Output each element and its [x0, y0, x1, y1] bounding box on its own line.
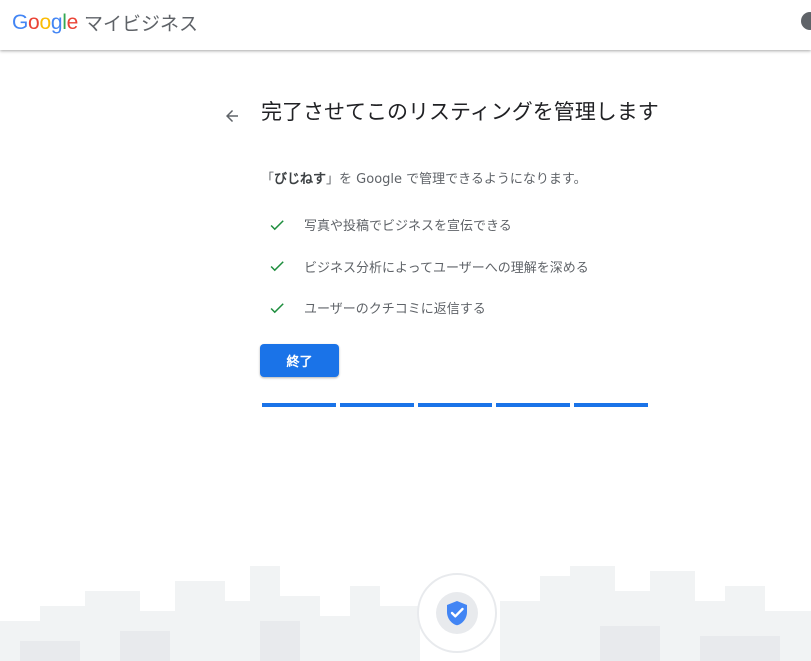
feature-item: ユーザーのクチコミに返信する: [268, 287, 589, 329]
product-name: マイビジネス: [83, 13, 198, 35]
feature-item: ビジネス分析によってユーザーへの理解を深める: [268, 246, 589, 288]
check-icon: [270, 219, 284, 230]
feature-list: 写真や投稿でビジネスを宣伝できる ビジネス分析によってユーザーへの理解を深める …: [268, 204, 589, 329]
description-text: 」を Google で管理できるようになります。: [326, 172, 587, 187]
check-icon: [270, 302, 284, 313]
verified-shield-icon: [447, 601, 467, 626]
check-icon: [270, 261, 284, 272]
app-header: Google マイビジネス: [0, 0, 811, 50]
logo-letter: G: [12, 10, 29, 34]
description-open-bracket: 「: [261, 172, 275, 187]
feature-item: 写真や投稿でビジネスを宣伝できる: [268, 204, 589, 246]
back-button[interactable]: [218, 102, 246, 130]
brand[interactable]: Google マイビジネス: [12, 9, 198, 36]
done-button[interactable]: 終了: [260, 344, 339, 377]
logo-letter: g: [50, 10, 63, 34]
city-skyline-illustration: [0, 566, 811, 661]
progress-segment: [262, 403, 336, 407]
progress-segment: [418, 403, 492, 407]
feature-label: ビジネス分析によってユーザーへの理解を深める: [304, 260, 589, 276]
progress-segment: [340, 403, 414, 407]
arrow-back-icon: [226, 110, 238, 122]
google-logo: Google: [12, 11, 78, 35]
logo-letter: o: [39, 10, 51, 34]
description: 「びじねす」を Google で管理できるようになります。: [261, 168, 587, 187]
account-avatar[interactable]: [801, 12, 811, 30]
progress-segment: [496, 403, 570, 407]
logo-letter: e: [66, 10, 79, 34]
feature-label: 写真や投稿でビジネスを宣伝できる: [304, 219, 512, 235]
shield-badge-background: [436, 592, 478, 634]
logo-letter: o: [28, 10, 40, 34]
business-name: びじねす: [274, 172, 327, 187]
progress-bar: [262, 403, 648, 407]
feature-label: ユーザーのクチコミに返信する: [304, 302, 486, 318]
progress-segment: [574, 403, 648, 407]
page-title: 完了させてこのリスティングを管理します: [261, 100, 659, 124]
verification-badge: [417, 573, 497, 653]
